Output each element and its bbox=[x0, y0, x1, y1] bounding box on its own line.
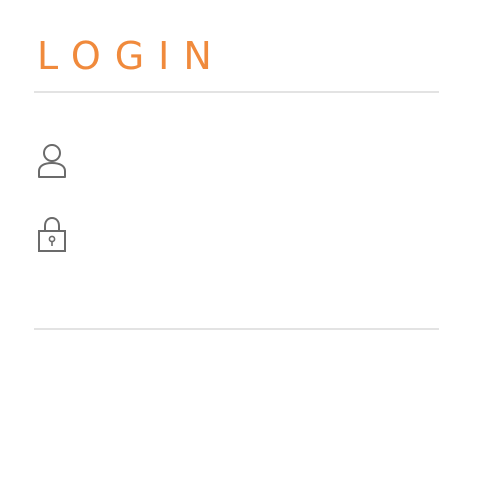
user-icon bbox=[34, 140, 70, 180]
lock-icon bbox=[34, 215, 70, 255]
username-row bbox=[34, 136, 439, 184]
password-row bbox=[34, 211, 439, 259]
page-title: LOGIN bbox=[37, 34, 226, 78]
password-input[interactable] bbox=[84, 215, 439, 255]
title-divider bbox=[34, 91, 439, 93]
username-input[interactable] bbox=[84, 140, 439, 180]
login-page: LOGIN bbox=[0, 0, 500, 500]
form-divider bbox=[34, 328, 439, 330]
